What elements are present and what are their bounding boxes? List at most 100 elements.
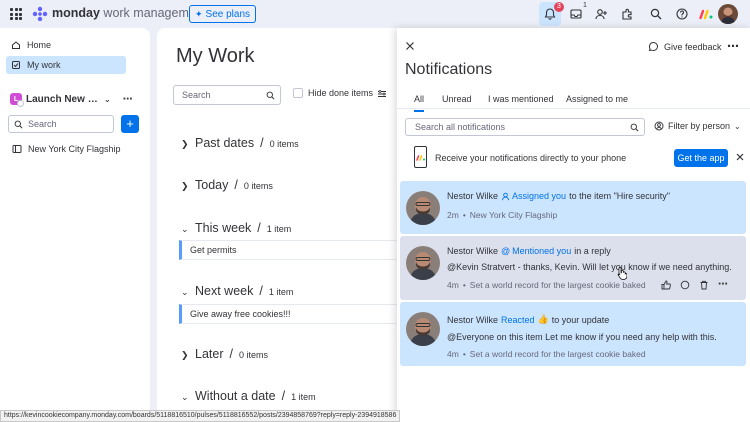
notifications-search-input[interactable]: Search all notifications (405, 118, 645, 136)
sidebar-item-my-work[interactable]: My work (6, 56, 126, 74)
board-link[interactable]: Set a world record for the largest cooki… (470, 280, 646, 290)
monday-product-switcher-icon[interactable] (699, 8, 713, 20)
notification-header: Nestor Wilke @ Mentioned you in a reply (447, 246, 611, 256)
apps-marketplace-icon[interactable] (618, 5, 636, 23)
customize-icon[interactable] (377, 89, 387, 99)
sidebar-item-home[interactable]: Home (6, 36, 126, 54)
sidebar-board-item[interactable]: New York City Flagship (12, 144, 121, 154)
give-feedback-button[interactable]: Give feedback (648, 41, 722, 52)
group-next-week[interactable]: ⌄ Next week/ 1 item (181, 284, 293, 298)
notification-count-badge: 3 (554, 2, 564, 12)
get-the-app-button[interactable]: Get the app (674, 149, 728, 167)
author-avatar[interactable] (406, 191, 440, 225)
author-avatar[interactable] (406, 246, 440, 280)
sidebar-search-input[interactable]: Search (8, 115, 114, 133)
board-link[interactable]: Set a world record for the largest cooki… (470, 349, 646, 359)
tab-all[interactable]: All (414, 94, 425, 112)
chevron-down-icon: ⌄ (181, 287, 189, 297)
group-later[interactable]: ❯ Later/ 0 items (181, 347, 268, 361)
group-count: 1 item (266, 224, 292, 234)
app-grid-icon[interactable] (10, 8, 22, 20)
hand-cursor-icon (617, 267, 627, 280)
board-link[interactable]: New York City Flagship (470, 210, 557, 220)
action-link: @ Mentioned you (501, 246, 571, 256)
notification-item[interactable]: Nestor Wilke Reacted 👍 to your update @E… (400, 302, 746, 366)
monday-logo-icon (32, 6, 48, 22)
workspace-badge: L (10, 93, 24, 107)
add-item-button[interactable]: + (121, 115, 139, 133)
trash-icon[interactable] (699, 280, 709, 290)
notification-meta: 4m • Set a world record for the largest co… (447, 280, 646, 290)
url-status-bar: https://kevincookiecompany.monday.com/bo… (0, 410, 401, 422)
group-count: 0 items (269, 139, 299, 149)
timestamp: 4m (447, 349, 459, 359)
task-row[interactable]: Give away free cookies!!! (179, 304, 397, 324)
invite-members-icon[interactable] (592, 5, 610, 23)
see-plans-button[interactable]: ✦ See plans (189, 5, 257, 23)
notification-actions: ⋯ (661, 279, 728, 290)
phone-icon (414, 146, 427, 168)
group-past-dates[interactable]: ❯ Past dates/ 0 items (181, 136, 299, 150)
notification-body: @Kevin Stratvert - thanks, Kevin. Will l… (447, 262, 732, 272)
chevron-right-icon: ❯ (181, 181, 189, 191)
group-label: Next week (195, 284, 254, 298)
group-label: Without a date (195, 389, 276, 403)
timestamp: 4m (447, 280, 459, 290)
page-title: My Work (176, 45, 255, 67)
more-options-icon[interactable]: ⋯ (727, 39, 740, 53)
notification-tabs: All Unread I was mentioned Assigned to m… (397, 89, 750, 112)
chevron-down-icon: ⌄ (181, 392, 189, 402)
workspace-more-icon[interactable]: ⋯ (123, 94, 134, 105)
tab-mentioned[interactable]: I was mentioned (488, 94, 554, 104)
dismiss-promo-icon[interactable] (736, 153, 744, 161)
chevron-down-icon: ⌄ (734, 121, 741, 131)
group-count: 0 items (243, 181, 273, 191)
action-rest: in a reply (574, 246, 611, 256)
chevron-right-icon: ❯ (181, 139, 189, 149)
group-label: Later (195, 347, 224, 361)
task-row[interactable]: Get permits (179, 240, 397, 260)
action-rest: to the item "Hire security" (569, 191, 670, 201)
my-work-icon (12, 61, 20, 69)
filter-by-person-button[interactable]: Filter by person ⌄ (654, 121, 741, 131)
group-label: Today (195, 178, 229, 192)
mark-read-icon[interactable] (680, 280, 690, 290)
brand-name[interactable]: monday work management (52, 6, 206, 20)
tab-assigned[interactable]: Assigned to me (566, 94, 628, 104)
person-icon (501, 192, 510, 200)
action-text: Reacted (501, 314, 535, 325)
workspace-name: Launch New K... (26, 93, 98, 105)
chevron-right-icon: ❯ (181, 350, 189, 360)
group-label: This week (195, 221, 252, 235)
notification-meta: 2m • New York City Flagship (447, 210, 558, 220)
person-icon (654, 121, 664, 131)
search-icon (630, 123, 639, 132)
group-without-date[interactable]: ⌄ Without a date/ 1 item (181, 389, 316, 403)
timestamp: 2m (447, 210, 459, 220)
chevron-down-icon[interactable]: ⌄ (104, 95, 111, 104)
notification-item[interactable]: Nestor Wilke @ Mentioned you in a reply … (400, 236, 746, 300)
action-text: Assigned you (512, 191, 567, 201)
hide-done-checkbox[interactable] (293, 88, 303, 98)
notification-item[interactable]: Nestor Wilke Assigned you to the item "H… (400, 181, 746, 234)
thumbs-up-icon[interactable] (661, 280, 671, 290)
notification-header: Nestor Wilke Assigned you to the item "H… (447, 191, 670, 201)
author-name[interactable]: Nestor Wilke (447, 315, 498, 325)
search-icon[interactable] (647, 5, 665, 23)
author-avatar[interactable] (406, 312, 440, 346)
notification-body: @Everyone on this item Let me know if yo… (447, 332, 717, 342)
user-avatar[interactable] (718, 4, 738, 24)
group-this-week[interactable]: ⌄ This week/ 1 item (181, 221, 291, 235)
hide-done-toggle[interactable]: Hide done items (293, 88, 373, 98)
author-name[interactable]: Nestor Wilke (447, 191, 498, 201)
workspace-selector[interactable]: L Launch New K... ⌄ ⋯ (10, 90, 140, 108)
tab-unread[interactable]: Unread (442, 94, 472, 104)
my-work-search-input[interactable]: Search (173, 85, 281, 105)
my-work-main: My Work Search Hide done items ❯ Past da… (157, 28, 397, 410)
board-icon (12, 145, 22, 153)
author-name[interactable]: Nestor Wilke (447, 246, 498, 256)
close-icon[interactable] (405, 41, 415, 51)
help-icon[interactable] (673, 5, 691, 23)
group-today[interactable]: ❯ Today/ 0 items (181, 178, 273, 192)
more-options-icon[interactable]: ⋯ (718, 279, 728, 290)
